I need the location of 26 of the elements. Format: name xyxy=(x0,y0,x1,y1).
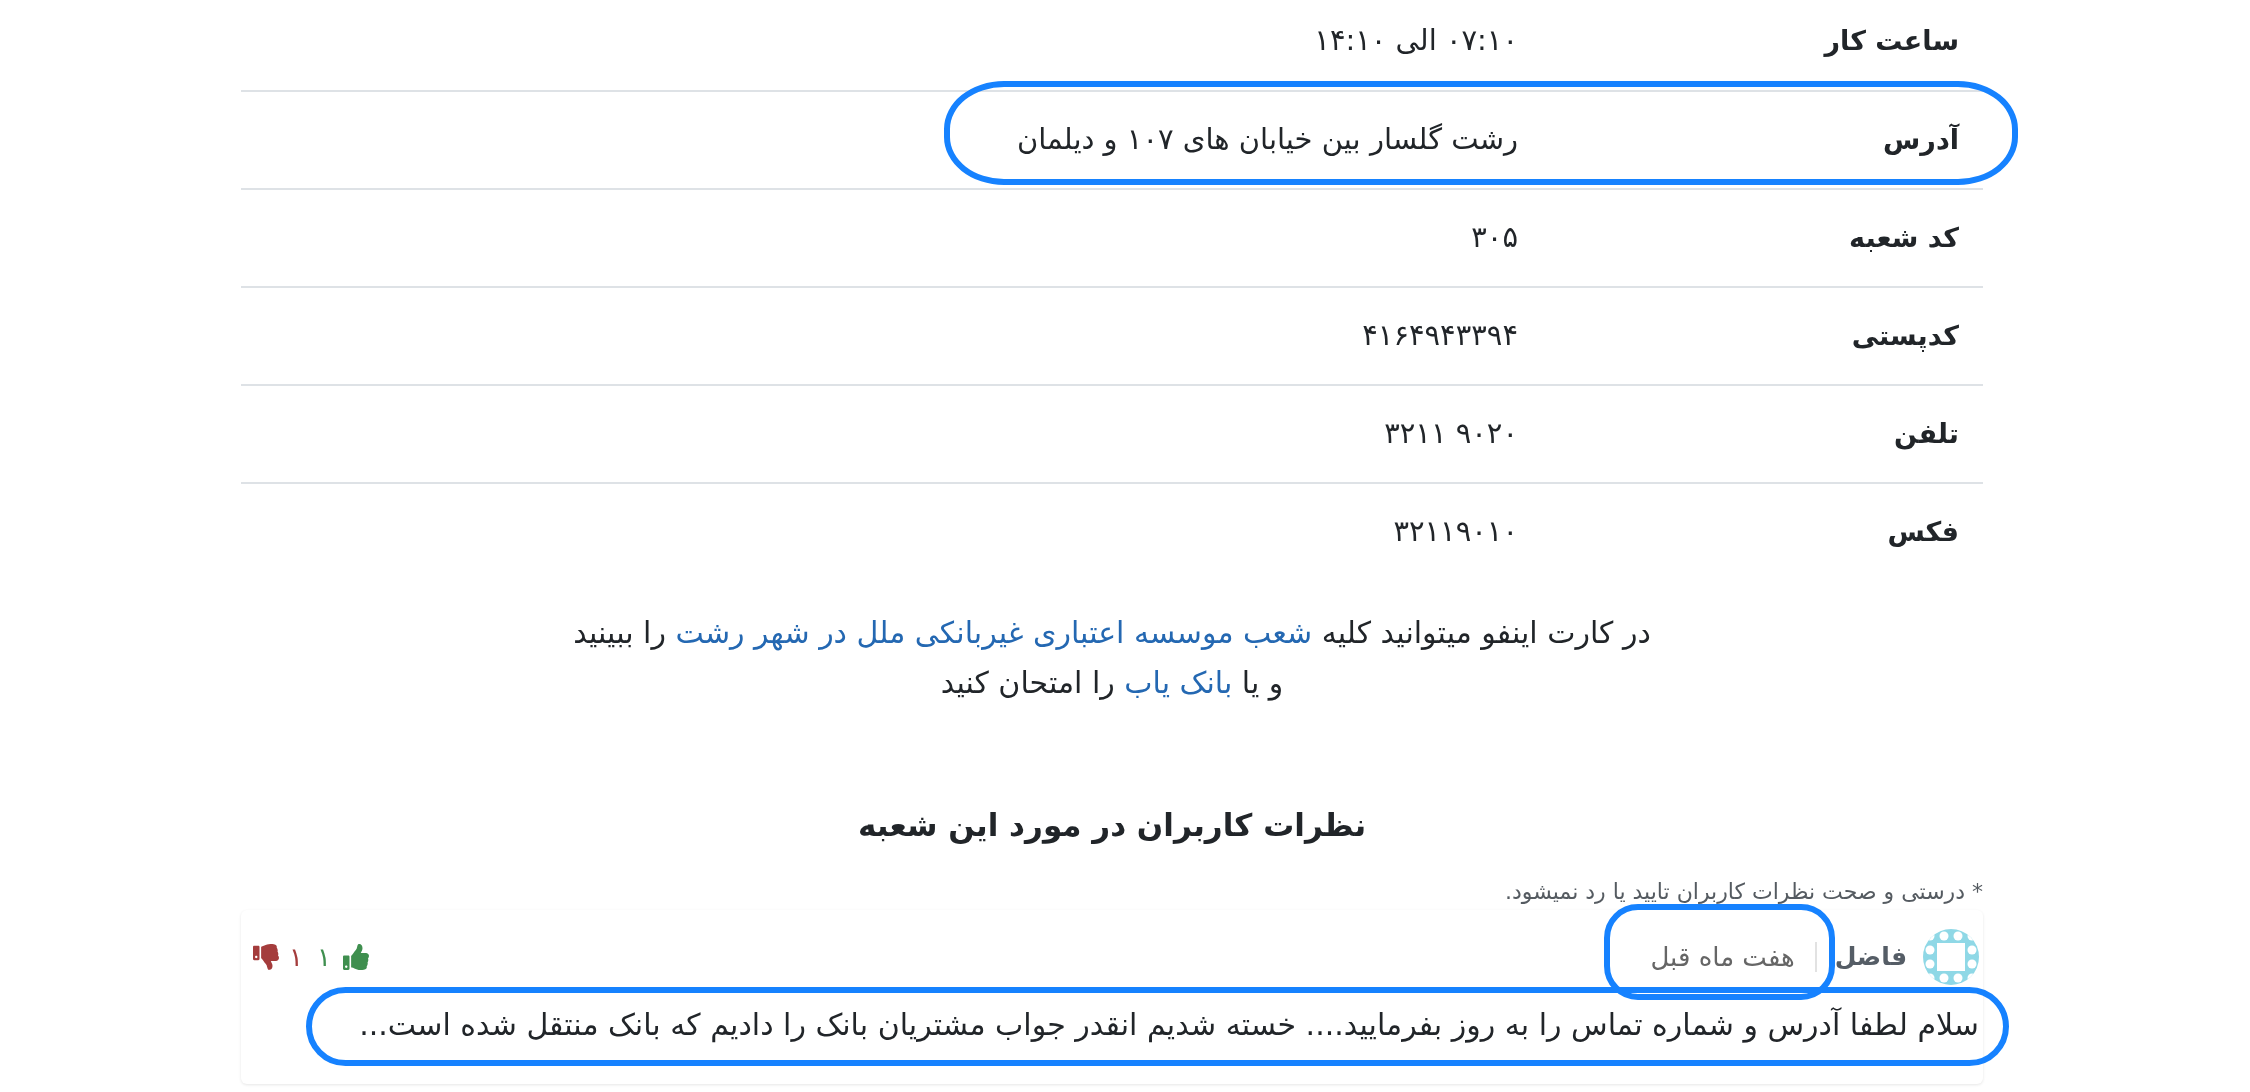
thumbs-up-icon xyxy=(342,944,369,970)
text-link[interactable]: بانک یاب xyxy=(1124,665,1233,700)
comment-text: سلام لطفا آدرس و شماره تماس را به روز بفرمایید.... خسته شدیم انقدر جواب مشتریان بانک را دادیم که بانک منتقل شده است... xyxy=(358,1006,1979,1045)
section-heading: نظرات کاربران در مورد این شعبه xyxy=(856,806,1368,846)
row-value: ۳۲۱۱ ۹۰۲۰ xyxy=(1384,416,1518,451)
dislike-button[interactable]: ۱ xyxy=(253,937,303,977)
disclaimer-text: * درستی و صحت نظرات کاربران تایید یا رد نمیشود. xyxy=(1504,878,1983,906)
row-label: تلفن xyxy=(1894,417,1959,449)
comment-time: هفت ماه قبل xyxy=(1650,941,1795,974)
row-value: رشت گلسار بین خیابان های ۱۰۷ و دیلمان xyxy=(1016,122,1518,157)
thumbs-down-icon xyxy=(253,944,279,970)
row-value: ۰۷:۱۰ الی ۱۴:۱۰ xyxy=(1314,23,1518,58)
text-link[interactable]: شعب موسسه اعتباری غیربانکی ملل در شهر رشت xyxy=(675,615,1313,650)
comment-author: فاضل xyxy=(1834,941,1907,974)
row-value: ۴۱۶۴۹۴۳۳۹۴ xyxy=(1362,318,1518,353)
pattern-avatar-icon xyxy=(1923,929,1979,985)
info-text: و یا بانک یاب را امتحان کنید xyxy=(940,664,1284,703)
like-button[interactable]: ۱ xyxy=(316,937,369,977)
row-label: ساعت کار xyxy=(1824,24,1959,56)
row-label: فکس xyxy=(1887,515,1959,547)
row-label: کد شعبه xyxy=(1849,221,1959,253)
row-label: کدپستی xyxy=(1851,319,1959,351)
info-text: در کارت اینفو میتوانید کلیه شعب موسسه اعتباری غیربانکی ملل در شهر رشت را ببینید xyxy=(573,614,1651,653)
row-value: ۳۲۱۱۹۰۱۰ xyxy=(1393,514,1518,549)
row-label: آدرس xyxy=(1883,123,1959,155)
row-value: ۳۰۵ xyxy=(1471,220,1518,255)
